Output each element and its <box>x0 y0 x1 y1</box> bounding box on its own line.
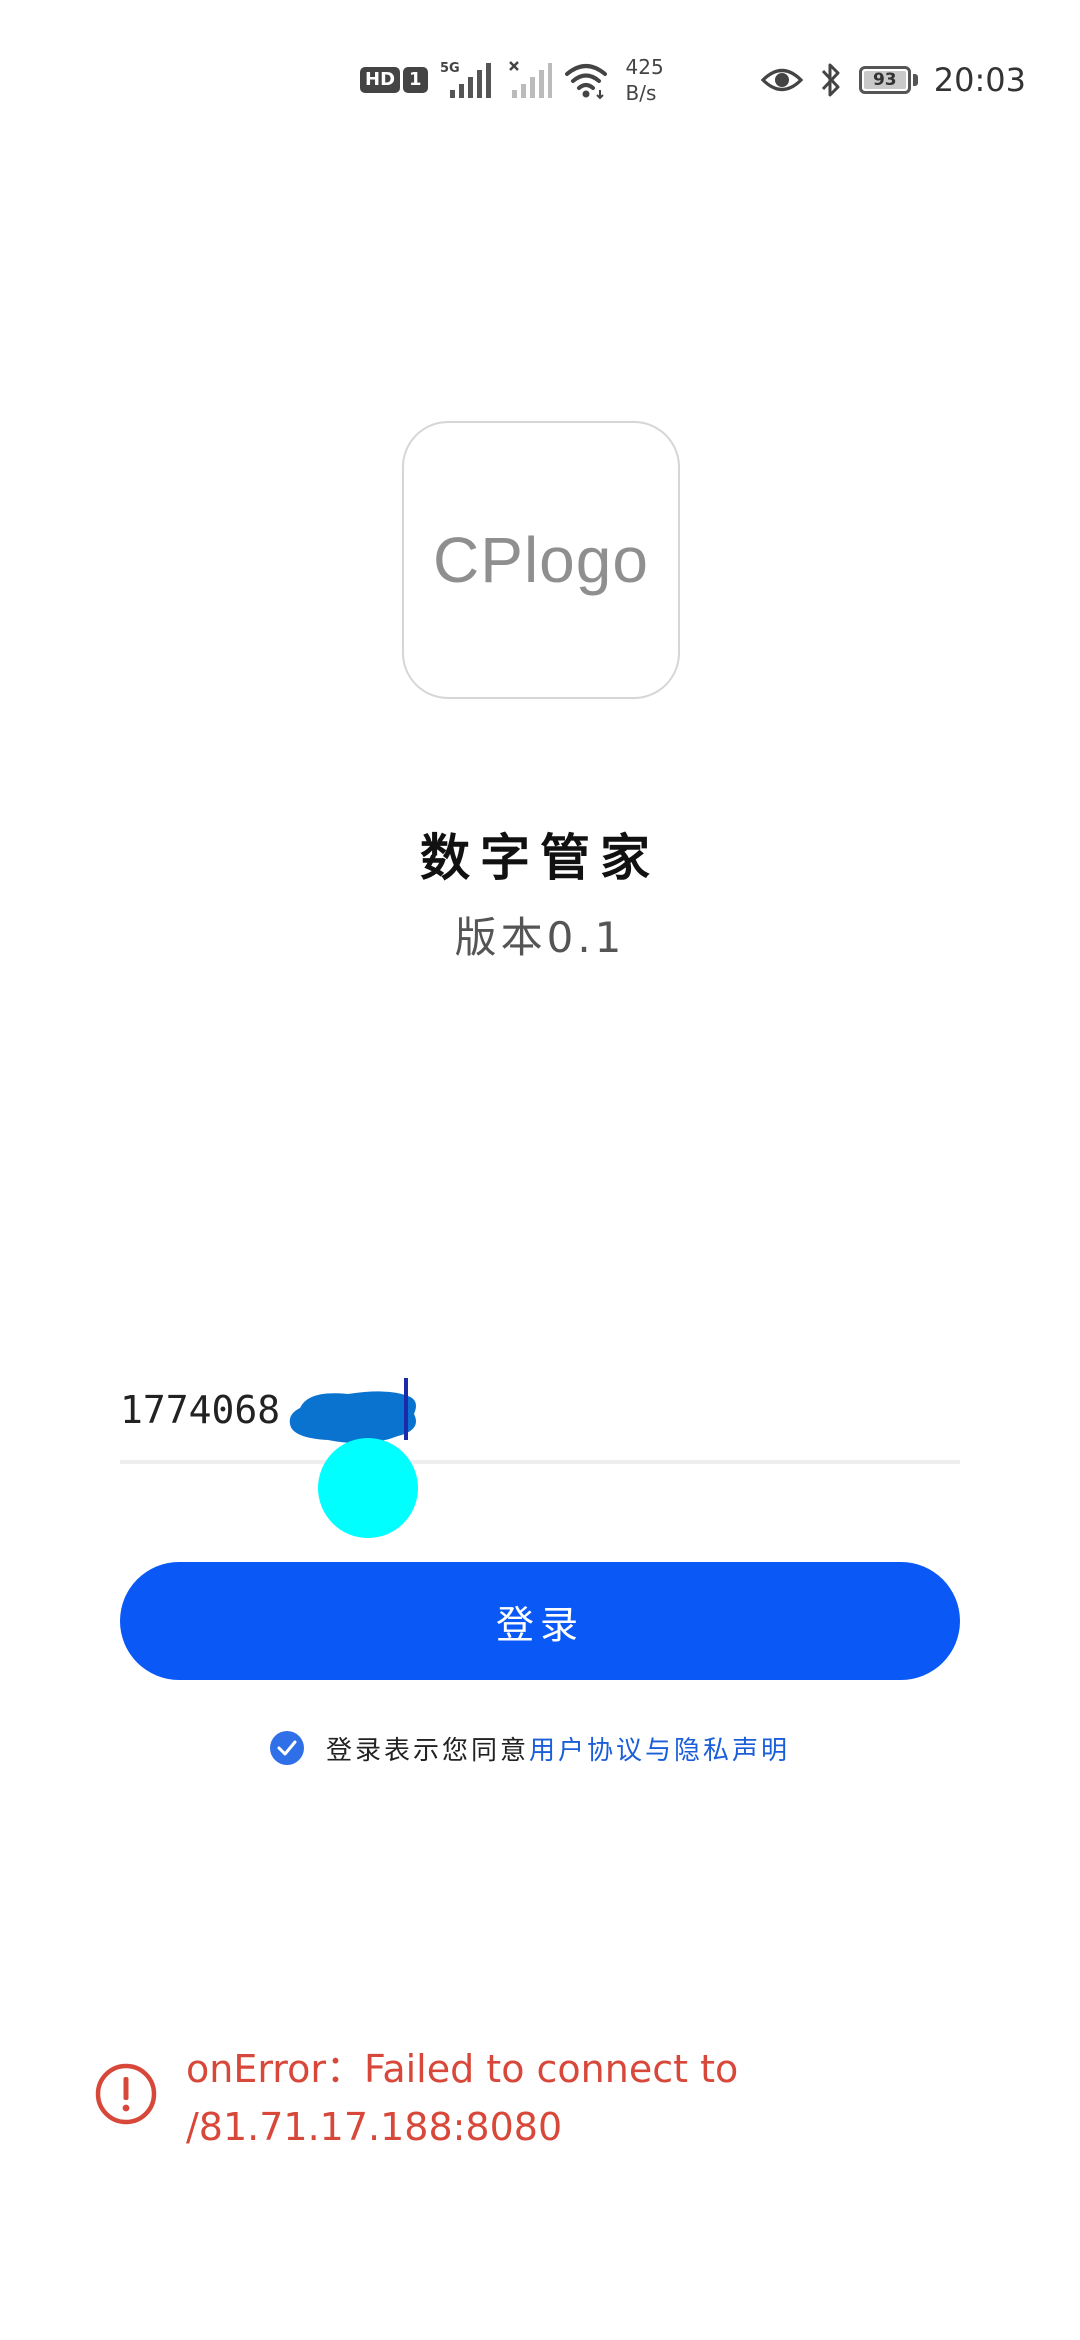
status-left: HD 1 5G 425 B/s <box>360 52 664 108</box>
status-right: 93 20:03 <box>760 52 1026 108</box>
status-bar: HD 1 5G 425 B/s 93 20:03 <box>0 0 1080 150</box>
status-time: 20:03 <box>933 61 1026 99</box>
app-version: 版本0.1 <box>454 913 626 962</box>
agreement-link[interactable]: 用户协议与隐私声明 <box>529 1736 790 1766</box>
wifi-icon <box>564 64 607 100</box>
agreement-text: 登录表示您同意 <box>326 1735 530 1766</box>
network-speed-value: 425 <box>625 55 664 79</box>
app-logo: CPlogo <box>402 421 680 699</box>
cellular-signal-5g-icon: 5G <box>440 61 491 98</box>
touch-indicator <box>318 1438 418 1538</box>
phone-input[interactable]: 1774068 <box>120 1370 960 1464</box>
hd-icon: HD 1 <box>360 67 428 93</box>
network-speed: 425 B/s <box>626 54 664 106</box>
network-speed-unit: B/s <box>625 81 657 105</box>
cellular-signal-no-service-icon <box>508 61 552 98</box>
network-type-label: 5G <box>440 61 460 76</box>
login-screen: HD 1 5G 425 B/s 93 20:03 CPlogo 数字管家 版本0… <box>0 0 1080 2340</box>
app-logo-text: CPlogo <box>433 524 649 596</box>
login-button[interactable]: 登录 <box>120 1562 960 1680</box>
sim-label: 1 <box>403 67 428 93</box>
phone-input-underline <box>120 1460 960 1464</box>
bluetooth-icon <box>821 63 840 97</box>
error-message: onError：Failed to connect to /81.71.17.1… <box>186 2047 739 2149</box>
eye-icon <box>760 68 803 92</box>
hd-label: HD <box>360 67 401 93</box>
battery-level: 93 <box>863 70 906 90</box>
phone-input-value[interactable]: 1774068 <box>120 1388 280 1432</box>
battery-icon: 93 <box>858 66 918 94</box>
agreement-row: 登录表示您同意用户协议与隐私声明 <box>270 1728 790 1768</box>
app-title: 数字管家 <box>420 829 660 887</box>
checkmark-icon <box>277 1740 297 1756</box>
error-icon <box>95 2063 157 2125</box>
agreement-checkbox[interactable] <box>270 1731 304 1765</box>
